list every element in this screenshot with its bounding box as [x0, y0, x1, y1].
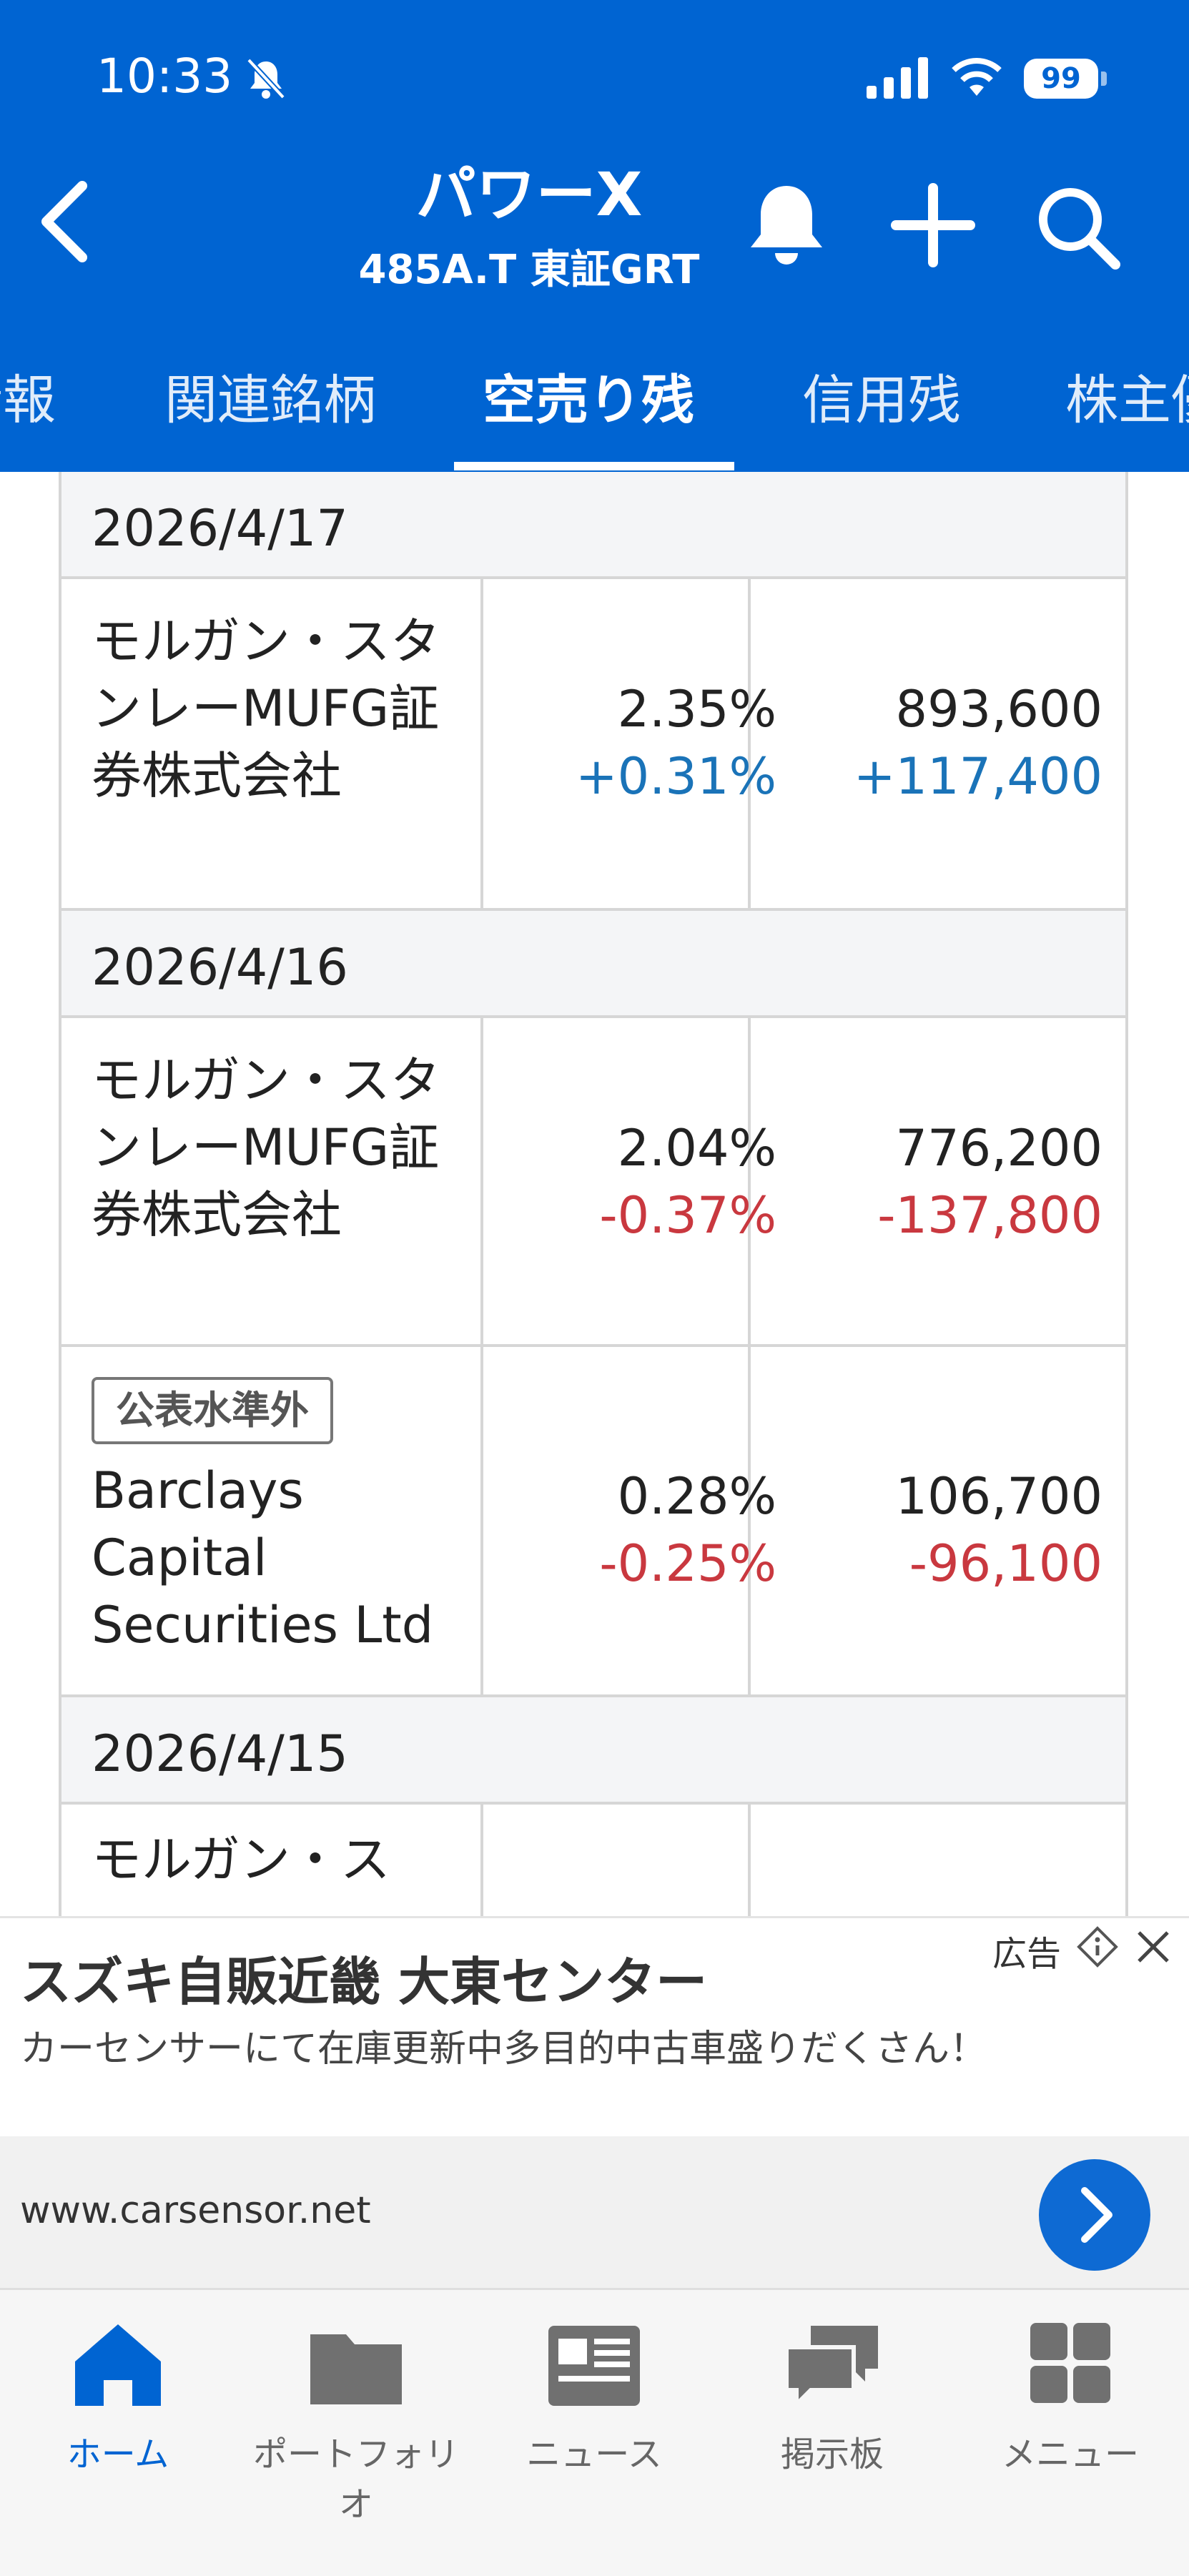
ad-label: 広告: [992, 1934, 1062, 1974]
ad-title[interactable]: スズキ自販近畿 大東センター: [20, 1940, 707, 2015]
ad-link-bar[interactable]: www.carsensor.net: [0, 2136, 1189, 2288]
date-label: 2026/4/16: [92, 938, 348, 997]
ad-info-icon[interactable]: [1076, 1925, 1119, 1968]
folder-icon: [310, 2334, 402, 2404]
broker-cell: 公表水準外 Barclays Capital Securities Ltd: [92, 1373, 463, 1659]
broker-name: モルガン・スタンレーMUFG証券株式会社: [92, 612, 440, 805]
date-header: 2026/4/17: [59, 472, 1128, 579]
nav-news[interactable]: ニュース: [476, 2319, 712, 2476]
nav-label: ニュース: [526, 2434, 662, 2474]
nav-board[interactable]: 掲示板: [714, 2319, 950, 2476]
shares-change: -96,100: [909, 1534, 1102, 1593]
ad-banner[interactable]: 広告 スズキ自販近畿 大東センター カーセンサーにて在庫更新中多目的中古車盛りだ…: [0, 1916, 1189, 2290]
shares-change: -137,800: [877, 1186, 1102, 1245]
table-row[interactable]: モルガン・スタンレーMUFG証券株式会社 2.04% -0.37% 776,20…: [59, 1018, 1128, 1347]
broker-name: モルガン・スタンレーMUFG証券株式会社: [92, 1051, 440, 1244]
tab-shareholder-benefits[interactable]: 株主優: [1065, 357, 1189, 434]
shares-value: 893,600: [895, 680, 1102, 739]
ratio-change: -0.25%: [599, 1534, 776, 1593]
nav-label: ホーム: [66, 2434, 169, 2474]
active-tab-indicator: [454, 462, 734, 470]
stock-title: パワーX 485A.T 東証GRT: [307, 164, 751, 295]
chat-bubbles-icon: [784, 2326, 878, 2410]
column-divider: [748, 1805, 751, 1916]
app-header: 10:33 99 パワーX 485A.T 東証GRT 情報 関連銘柄: [0, 0, 1189, 472]
broker-name: モルガン・ス: [92, 1830, 390, 1889]
ad-description: カーセンサーにて在庫更新中多目的中古車盛りだくさん！: [20, 2028, 987, 2071]
wifi-icon: [952, 58, 1002, 96]
back-chevron-icon[interactable]: [29, 172, 100, 272]
shares-value: 776,200: [895, 1119, 1102, 1178]
nav-menu[interactable]: メニュー: [952, 2319, 1188, 2476]
add-icon[interactable]: [890, 182, 976, 268]
signal-icon: [867, 57, 928, 99]
date-label: 2026/4/15: [92, 1724, 348, 1783]
tab-margin-balance[interactable]: 信用残: [802, 357, 961, 434]
tab-bar: 情報 関連銘柄 空売り残 信用残 株主優: [0, 336, 1189, 472]
tab-info[interactable]: 情報: [0, 357, 56, 434]
ratio-value: 0.28%: [617, 1467, 776, 1526]
close-icon[interactable]: [1133, 1927, 1173, 1967]
date-header: 2026/4/16: [59, 911, 1128, 1018]
ratio-cell: 0.28% -0.25%: [490, 1463, 776, 1597]
bottom-navigation: ホーム ポートフォリオ ニュース 掲示板 メニュー: [0, 2288, 1189, 2576]
ratio-change: -0.37%: [599, 1186, 776, 1245]
home-icon: [75, 2324, 161, 2406]
column-divider: [480, 1347, 483, 1694]
battery-indicator: 99: [1024, 59, 1098, 99]
ratio-change: +0.31%: [575, 747, 776, 806]
stock-code: 485A.T 東証GRT: [358, 247, 700, 293]
date-header: 2026/4/15: [59, 1697, 1128, 1805]
bell-icon[interactable]: [744, 179, 829, 272]
ratio-value: 2.35%: [617, 680, 776, 739]
ad-go-button[interactable]: [1039, 2159, 1150, 2271]
status-time: 10:33: [97, 49, 233, 104]
shares-cell: 776,200 -137,800: [819, 1115, 1102, 1249]
nav-portfolio[interactable]: ポートフォリオ: [238, 2319, 474, 2526]
column-divider: [480, 1805, 483, 1916]
ratio-cell: 2.35% +0.31%: [490, 676, 776, 810]
column-divider: [480, 1018, 483, 1344]
shares-value: 106,700: [895, 1467, 1102, 1526]
nav-label: メニュー: [1001, 2434, 1139, 2474]
stock-name: パワーX: [415, 159, 643, 230]
ratio-value: 2.04%: [617, 1119, 776, 1178]
below-threshold-badge: 公表水準外: [92, 1377, 333, 1444]
nav-label: 掲示板: [780, 2434, 884, 2474]
table-row[interactable]: 公表水準外 Barclays Capital Securities Ltd 0.…: [59, 1347, 1128, 1697]
bell-muted-icon: [247, 58, 285, 99]
nav-label: ポートフォリオ: [252, 2434, 459, 2525]
date-label: 2026/4/17: [92, 499, 348, 558]
shares-change: +117,400: [853, 747, 1102, 806]
table-row[interactable]: モルガン・スタンレーMUFG証券株式会社 2.35% +0.31% 893,60…: [59, 579, 1128, 911]
table-row[interactable]: モルガン・ス: [59, 1805, 1128, 1916]
column-divider: [480, 579, 483, 908]
ad-url[interactable]: www.carsensor.net: [20, 2189, 371, 2232]
ratio-cell: 2.04% -0.37%: [490, 1115, 776, 1249]
shares-cell: 893,600 +117,400: [819, 676, 1102, 810]
grid-menu-icon: [1030, 2323, 1110, 2403]
short-interest-table: 2026/4/17 モルガン・スタンレーMUFG証券株式会社 2.35% +0.…: [59, 472, 1130, 1916]
battery-tip: [1101, 71, 1107, 86]
newspaper-icon: [548, 2326, 640, 2406]
broker-name: Barclays Capital Securities Ltd: [92, 1461, 434, 1654]
tab-related-stocks[interactable]: 関連銘柄: [164, 357, 376, 434]
tab-short-interest[interactable]: 空売り残: [483, 357, 694, 434]
nav-home[interactable]: ホーム: [0, 2319, 236, 2476]
search-icon[interactable]: [1033, 182, 1123, 272]
chevron-right-icon: [1081, 2187, 1112, 2243]
shares-cell: 106,700 -96,100: [819, 1463, 1102, 1597]
